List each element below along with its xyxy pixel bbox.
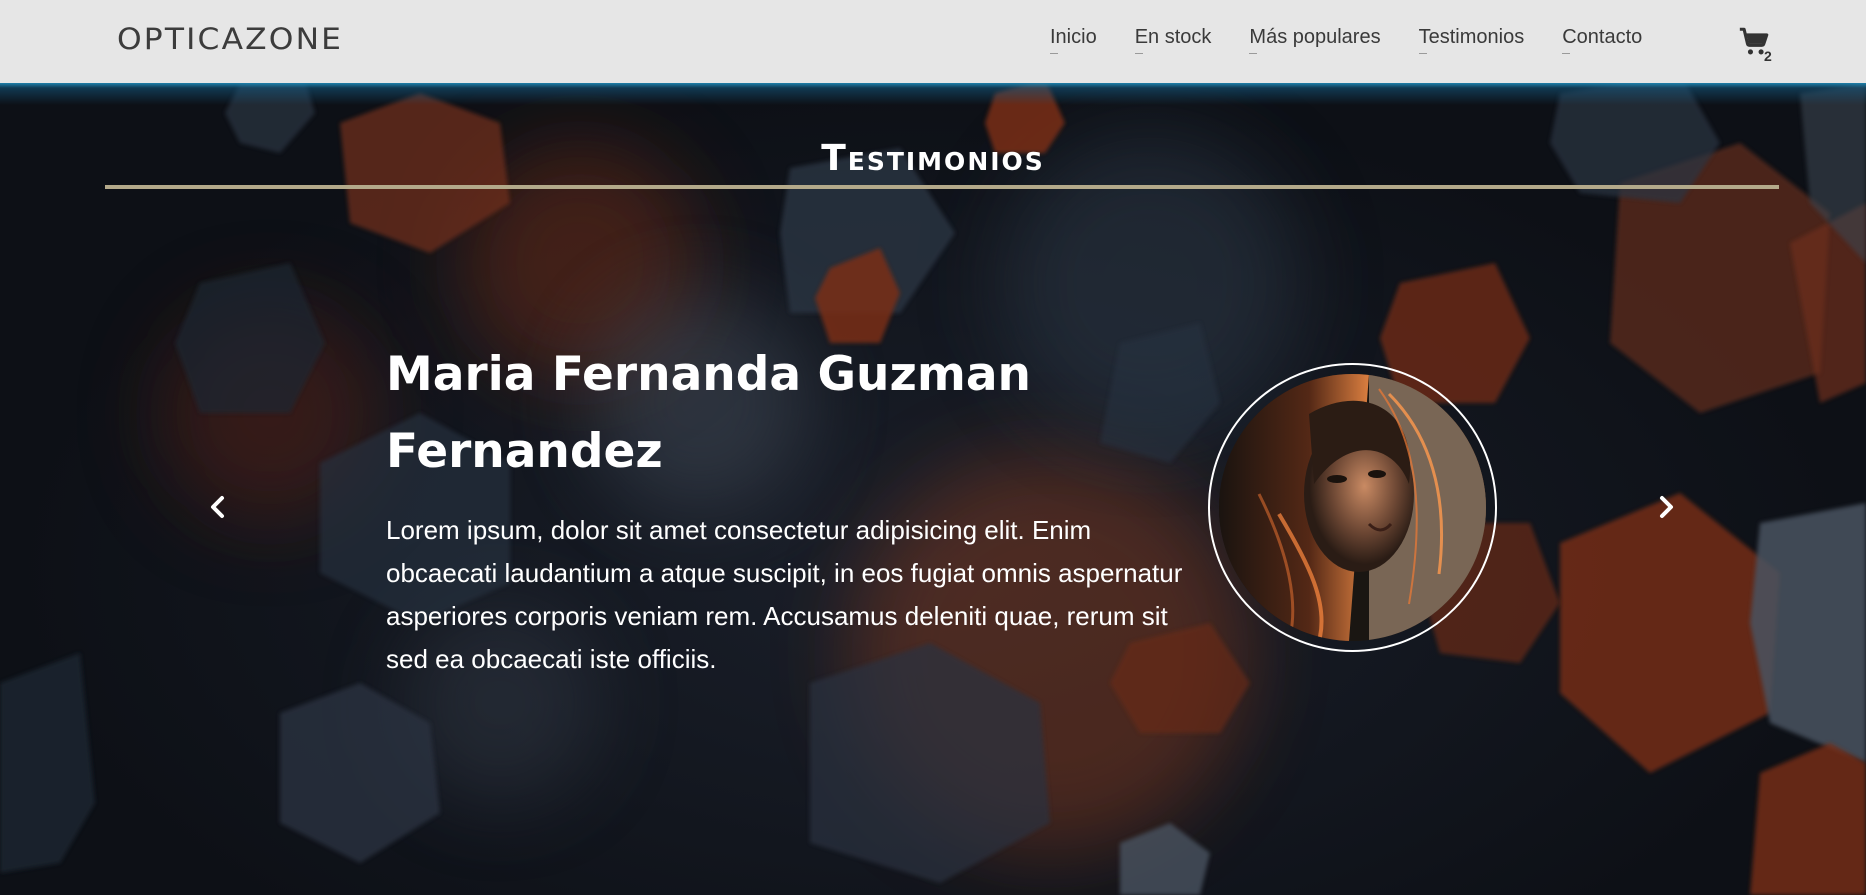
cart-count-badge: 2 <box>1764 48 1772 64</box>
nav-link-contacto[interactable]: Contacto <box>1562 26 1642 54</box>
testimonial-quote: Lorem ipsum, dolor sit amet consectetur … <box>386 515 1183 674</box>
woman-portrait-image <box>1219 374 1486 641</box>
chevron-right-icon[interactable] <box>1651 492 1681 522</box>
testimonial-avatar <box>1219 374 1486 641</box>
nav-link-inicio[interactable]: Inicio <box>1050 26 1097 54</box>
nav-link-mas-populares[interactable]: Más populares <box>1249 26 1381 54</box>
main-nav: Inicio En stock Más populares Testimonio… <box>1050 26 1680 54</box>
header-glow <box>0 83 1866 105</box>
testimonial-avatar-frame <box>1208 363 1497 652</box>
title-divider <box>105 185 1779 189</box>
nav-link-en-stock[interactable]: En stock <box>1134 26 1211 54</box>
nav-link-testimonios[interactable]: Testimonios <box>1418 26 1524 54</box>
navbar: OPTICAZONE Inicio En stock Más populares… <box>0 0 1866 83</box>
testimonial-name: Maria Fernanda Guzman Fernandez <box>386 347 1032 479</box>
section-title: Testimonios <box>821 138 1045 179</box>
site-logo[interactable]: OPTICAZONE <box>117 22 343 56</box>
chevron-left-icon[interactable] <box>203 492 233 522</box>
